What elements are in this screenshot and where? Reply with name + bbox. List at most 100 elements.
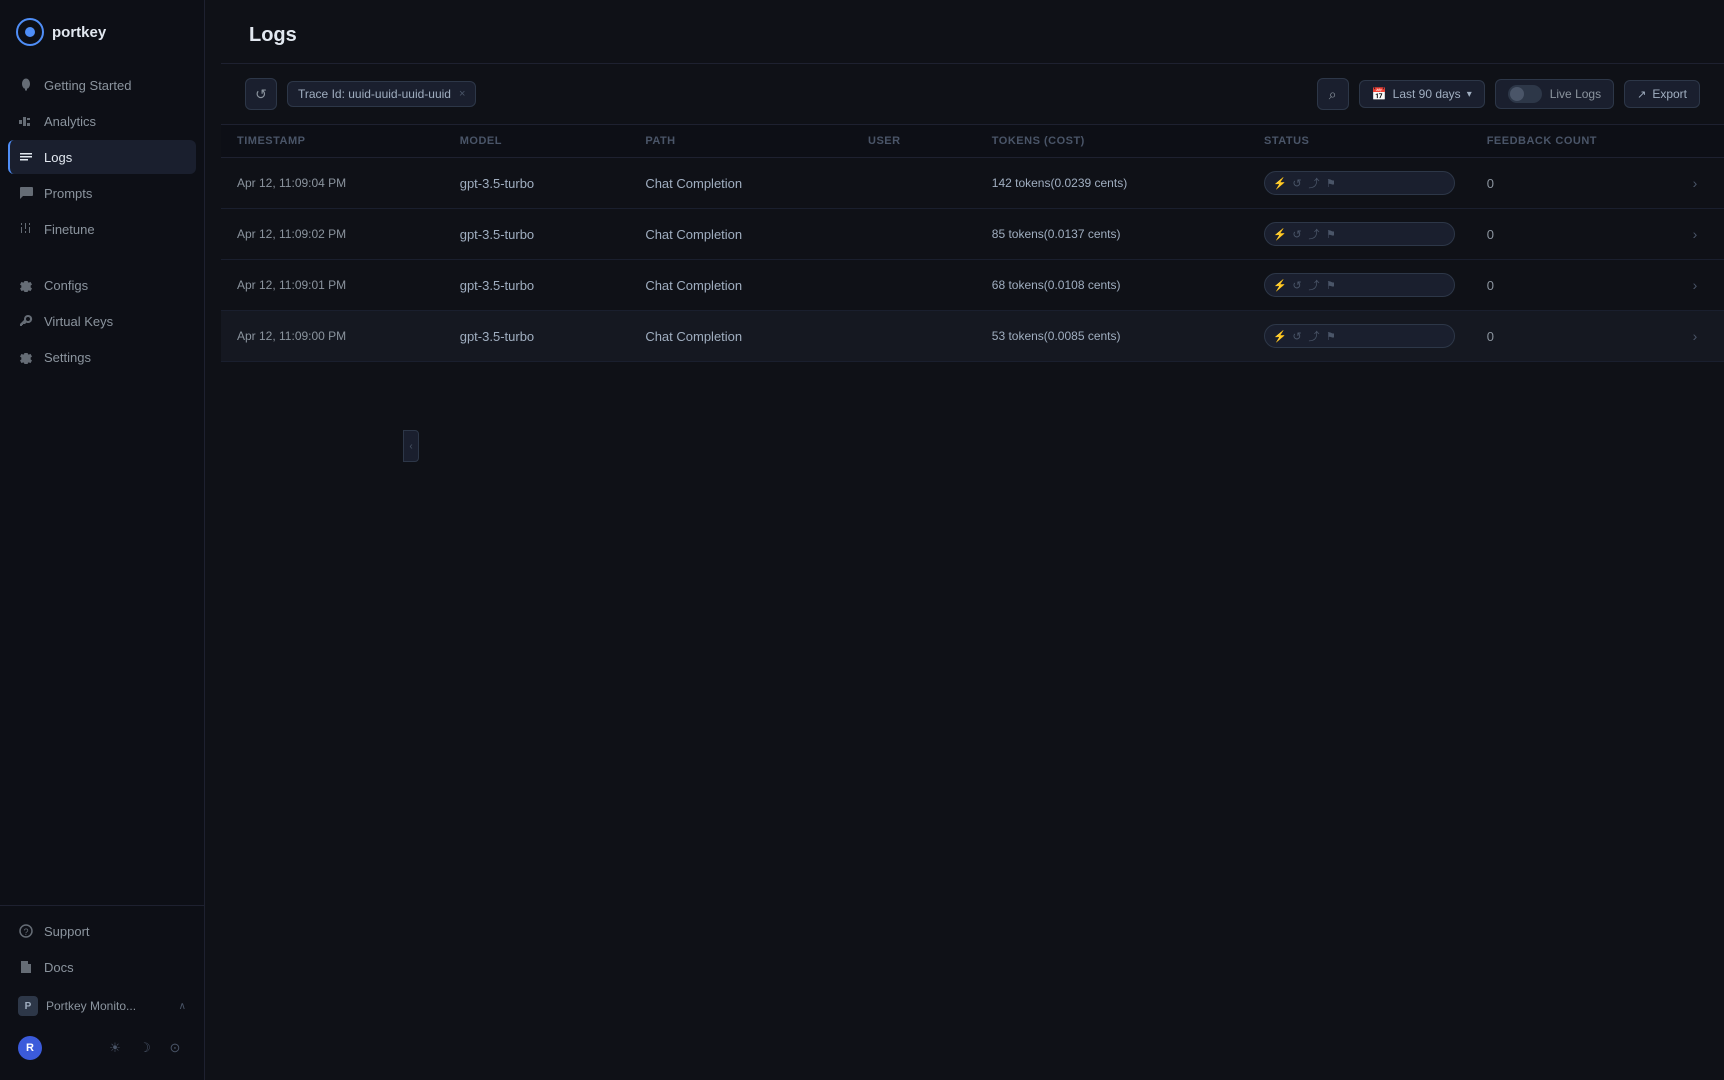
sidebar-item-getting-started[interactable]: Getting Started xyxy=(8,68,196,102)
sidebar-item-prompts-label: Prompts xyxy=(44,186,92,201)
row-3-model: gpt-3.5-turbo xyxy=(444,311,630,362)
refresh-button[interactable]: ↺ xyxy=(245,78,277,110)
date-range-picker[interactable]: 📅 Last 90 days ▾ xyxy=(1359,80,1485,108)
status-pill[interactable]: ⚡ ↺ ⤴ ⚑ xyxy=(1264,273,1455,297)
row-2-feedback: 0 xyxy=(1471,260,1669,311)
tune-icon xyxy=(18,221,34,237)
workspace-chevron-icon: ∧ xyxy=(179,1001,186,1012)
row-1-path: Chat Completion xyxy=(629,209,852,260)
reload-icon: ↺ xyxy=(1290,227,1304,241)
row-0-user xyxy=(852,158,976,209)
chevron-right-icon: › xyxy=(1685,277,1698,293)
sidebar-item-settings[interactable]: Settings xyxy=(8,340,196,374)
header-arrow xyxy=(1669,125,1724,158)
sidebar-item-docs[interactable]: Docs xyxy=(8,950,196,984)
bolt-icon: ⚡ xyxy=(1273,227,1287,241)
config-icon xyxy=(18,277,34,293)
header-feedback: FEEDBACK COUNT xyxy=(1471,125,1669,158)
user-row[interactable]: R ☀ ☽ ⊙ xyxy=(8,1028,196,1068)
share-icon: ⤴ xyxy=(1307,278,1321,292)
bolt-icon: ⚡ xyxy=(1273,176,1287,190)
bolt-icon: ⚡ xyxy=(1273,278,1287,292)
status-pill[interactable]: ⚡ ↺ ⤴ ⚑ xyxy=(1264,324,1455,348)
export-label: Export xyxy=(1652,87,1687,101)
sidebar-item-virtual-keys[interactable]: Virtual Keys xyxy=(8,304,196,338)
sidebar: portkey Getting Started Analytics Logs P… xyxy=(0,0,205,1080)
sidebar-item-support[interactable]: ? Support xyxy=(8,914,196,948)
theme-sun-icon[interactable]: ☀ xyxy=(104,1037,126,1059)
chevron-down-icon: ▾ xyxy=(1467,89,1472,100)
sidebar-item-support-label: Support xyxy=(44,924,90,939)
sidebar-collapse-button[interactable]: ‹ xyxy=(403,430,419,462)
sidebar-item-finetune[interactable]: Finetune xyxy=(8,212,196,246)
header-timestamp: TIMESTAMP xyxy=(221,125,444,158)
sidebar-item-getting-started-label: Getting Started xyxy=(44,78,131,93)
flag-icon: ⚑ xyxy=(1324,176,1338,190)
toggle-track[interactable] xyxy=(1508,85,1542,103)
theme-moon-icon[interactable]: ☽ xyxy=(134,1037,156,1059)
svg-text:?: ? xyxy=(24,927,29,937)
header-status: STATUS xyxy=(1248,125,1471,158)
live-logs-toggle[interactable]: Live Logs xyxy=(1495,79,1614,109)
table-row[interactable]: Apr 12, 11:09:01 PM gpt-3.5-turbo Chat C… xyxy=(221,260,1724,311)
sidebar-item-finetune-label: Finetune xyxy=(44,222,95,237)
row-0-feedback: 0 xyxy=(1471,158,1669,209)
table-row[interactable]: Apr 12, 11:09:04 PM gpt-3.5-turbo Chat C… xyxy=(221,158,1724,209)
sidebar-item-analytics-label: Analytics xyxy=(44,114,96,129)
workspace-selector[interactable]: P Portkey Monito... ∧ xyxy=(8,988,196,1024)
sidebar-item-logs-label: Logs xyxy=(44,150,72,165)
row-1-arrow[interactable]: › xyxy=(1669,209,1724,260)
row-2-user xyxy=(852,260,976,311)
docs-icon xyxy=(18,959,34,975)
table-row[interactable]: Apr 12, 11:09:02 PM gpt-3.5-turbo Chat C… xyxy=(221,209,1724,260)
row-2-path: Chat Completion xyxy=(629,260,852,311)
row-1-status: ⚡ ↺ ⤴ ⚑ xyxy=(1248,209,1471,260)
row-3-arrow[interactable]: › xyxy=(1669,311,1724,362)
row-3-feedback: 0 xyxy=(1471,311,1669,362)
header-path: PATH xyxy=(629,125,852,158)
export-button[interactable]: ↗ Export xyxy=(1624,80,1700,108)
row-2-status: ⚡ ↺ ⤴ ⚑ xyxy=(1248,260,1471,311)
live-logs-label: Live Logs xyxy=(1550,87,1601,101)
row-3-status: ⚡ ↺ ⤴ ⚑ xyxy=(1248,311,1471,362)
flag-icon: ⚑ xyxy=(1324,227,1338,241)
sidebar-item-virtual-keys-label: Virtual Keys xyxy=(44,314,113,329)
row-2-tokens: 68 tokens(0.0108 cents) xyxy=(976,260,1248,311)
message-icon xyxy=(18,185,34,201)
table-body: Apr 12, 11:09:04 PM gpt-3.5-turbo Chat C… xyxy=(221,158,1724,362)
theme-system-icon[interactable]: ⊙ xyxy=(164,1037,186,1059)
sidebar-item-logs[interactable]: Logs xyxy=(8,140,196,174)
row-1-feedback: 0 xyxy=(1471,209,1669,260)
page-header: Logs xyxy=(221,0,1724,64)
portkey-logo-icon xyxy=(16,18,44,46)
filter-close-icon[interactable]: × xyxy=(459,88,465,100)
sidebar-nav: Getting Started Analytics Logs Prompts F… xyxy=(0,64,204,905)
toggle-thumb xyxy=(1510,87,1524,101)
reload-icon: ↺ xyxy=(1290,329,1304,343)
row-1-user xyxy=(852,209,976,260)
row-2-timestamp: Apr 12, 11:09:01 PM xyxy=(221,260,444,311)
gear-icon xyxy=(18,349,34,365)
page-title: Logs xyxy=(249,24,1696,47)
logo[interactable]: portkey xyxy=(0,0,204,64)
chevron-right-icon: › xyxy=(1685,226,1698,242)
status-pill[interactable]: ⚡ ↺ ⤴ ⚑ xyxy=(1264,171,1455,195)
row-2-arrow[interactable]: › xyxy=(1669,260,1724,311)
table-row[interactable]: Apr 12, 11:09:00 PM gpt-3.5-turbo Chat C… xyxy=(221,311,1724,362)
sidebar-item-analytics[interactable]: Analytics xyxy=(8,104,196,138)
row-1-timestamp: Apr 12, 11:09:02 PM xyxy=(221,209,444,260)
row-0-timestamp: Apr 12, 11:09:04 PM xyxy=(221,158,444,209)
row-0-status: ⚡ ↺ ⤴ ⚑ xyxy=(1248,158,1471,209)
sidebar-item-prompts[interactable]: Prompts xyxy=(8,176,196,210)
export-icon: ↗ xyxy=(1637,88,1646,101)
status-pill[interactable]: ⚡ ↺ ⤴ ⚑ xyxy=(1264,222,1455,246)
row-0-arrow[interactable]: › xyxy=(1669,158,1724,209)
logs-table: TIMESTAMP MODEL PATH USER TOKENS (COST) xyxy=(221,125,1724,362)
search-button[interactable]: ⌕ xyxy=(1317,78,1349,110)
header-user: USER xyxy=(852,125,976,158)
trace-filter-chip[interactable]: Trace Id: uuid-uuid-uuid-uuid × xyxy=(287,81,476,107)
share-icon: ⤴ xyxy=(1307,227,1321,241)
logs-table-container: TIMESTAMP MODEL PATH USER TOKENS (COST) xyxy=(221,125,1724,1080)
share-icon: ⤴ xyxy=(1307,329,1321,343)
sidebar-item-configs[interactable]: Configs xyxy=(8,268,196,302)
